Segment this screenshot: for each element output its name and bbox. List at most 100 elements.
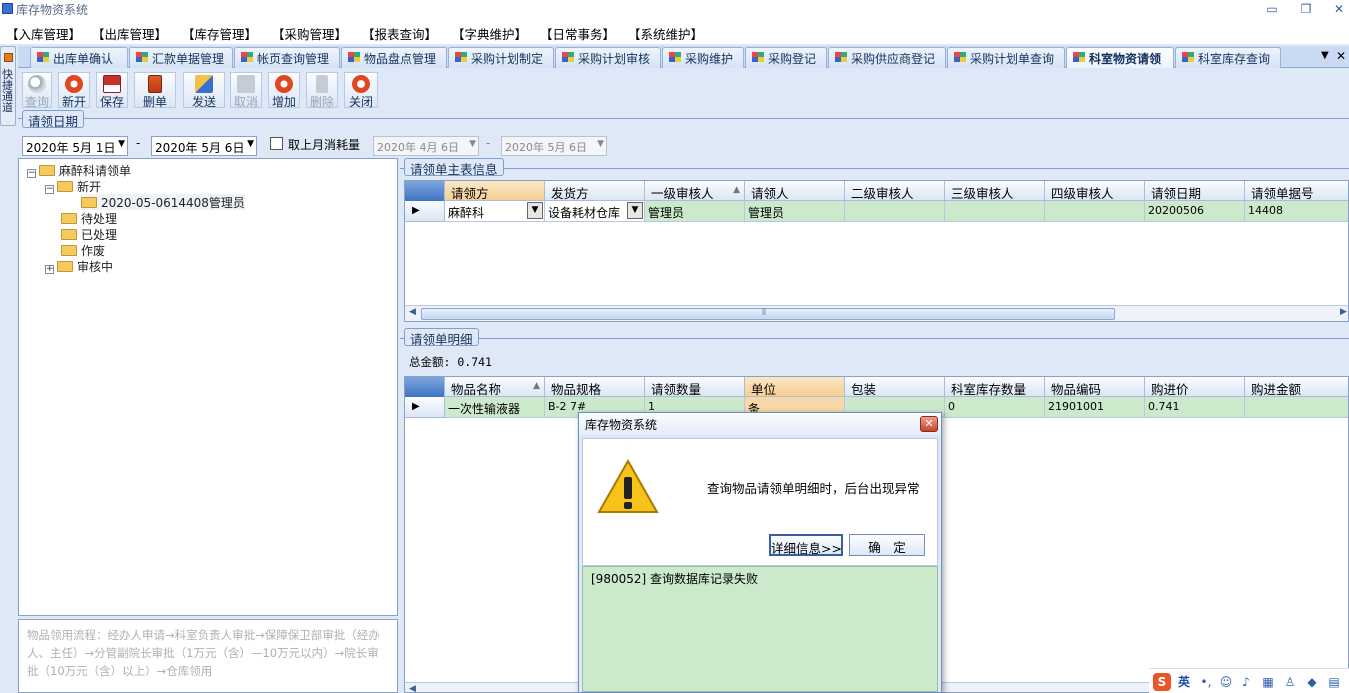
quick-channel-strip[interactable]: 快捷通道 xyxy=(0,46,16,126)
row-indicator[interactable]: ▶ xyxy=(405,201,445,222)
expand-icon[interactable]: + xyxy=(45,265,54,274)
tab-plan-query[interactable]: 采购计划单查询 xyxy=(947,47,1065,68)
tree-root[interactable]: − 麻醉科请领单 xyxy=(27,162,131,178)
ime-language-toggle[interactable]: 英 xyxy=(1175,673,1193,691)
tree-node-new-doc[interactable]: 2020-05-0614408管理员 xyxy=(81,194,245,210)
remove-button[interactable]: 删除 xyxy=(306,72,338,109)
menu-purchase[interactable]: 【采购管理】 xyxy=(272,24,347,42)
tab-overflow-icon[interactable]: ▼ xyxy=(1321,50,1329,61)
tab-ledger-query[interactable]: 帐页查询管理 xyxy=(234,47,340,68)
tree-node-processed[interactable]: 已处理 xyxy=(61,226,117,242)
col-header-level4[interactable]: 四级审核人 xyxy=(1045,181,1145,201)
restore-icon[interactable]: ❐ xyxy=(1298,2,1314,16)
col-header-level1[interactable]: 一级审核人 ▲ xyxy=(645,181,745,201)
cell-level3[interactable] xyxy=(945,201,1045,222)
skin-icon[interactable]: ◆ xyxy=(1303,673,1321,691)
emoji-icon[interactable]: ☺ xyxy=(1217,673,1235,691)
col-header-dept[interactable]: 请领方 xyxy=(445,181,545,201)
keyboard-icon[interactable]: ▦ xyxy=(1259,673,1277,691)
cell-stock[interactable]: 0 xyxy=(945,397,1045,418)
cell-level1[interactable]: 管理员 xyxy=(645,201,745,222)
tab-outbound-confirm[interactable]: 出库单确认 xyxy=(30,47,128,68)
col-header-package[interactable]: 包装 xyxy=(845,377,945,397)
col-header-unit[interactable]: 单位 xyxy=(745,377,845,397)
query-button[interactable]: 查询 xyxy=(22,72,52,109)
cell-applicant[interactable]: 管理员 xyxy=(745,201,845,222)
tab-remittance[interactable]: 汇款单据管理 xyxy=(129,47,233,68)
close-icon[interactable]: ✕ xyxy=(1331,2,1347,16)
col-header-doc-no[interactable]: 请领单据号 xyxy=(1245,181,1348,201)
tab-stocktaking[interactable]: 物品盘点管理 xyxy=(341,47,447,68)
collapse-icon[interactable]: − xyxy=(45,185,54,194)
minimize-icon[interactable]: ▭ xyxy=(1264,2,1280,16)
tab-dept-requisition[interactable]: 科室物资请领 xyxy=(1066,47,1174,68)
col-header-supplier[interactable]: 发货方 xyxy=(545,181,645,201)
scroll-left-icon[interactable]: ◀ xyxy=(409,307,416,317)
cell-date[interactable]: 20200506 xyxy=(1145,201,1245,222)
col-header-item-name[interactable]: 物品名称 ▲ xyxy=(445,377,545,397)
new-button[interactable]: 新开 xyxy=(58,72,90,109)
cell-supplier[interactable]: 设备耗材仓库 ▼ xyxy=(545,201,645,222)
chevron-down-icon[interactable]: ▼ xyxy=(627,202,643,219)
chevron-down-icon[interactable]: ▼ xyxy=(527,202,543,219)
col-header-applicant[interactable]: 请领人 xyxy=(745,181,845,201)
menu-system[interactable]: 【系统维护】 xyxy=(628,24,703,42)
tree-node-new[interactable]: − 新开 xyxy=(45,178,101,194)
scroll-thumb[interactable]: ⦀ xyxy=(421,308,1115,320)
microphone-icon[interactable]: ♪ xyxy=(1237,673,1255,691)
delete-doc-button[interactable]: 删单 xyxy=(134,72,176,109)
col-header-price[interactable]: 购进价 xyxy=(1145,377,1245,397)
scroll-left-icon[interactable]: ◀ xyxy=(409,684,416,692)
tab-supplier-register[interactable]: 采购供应商登记 xyxy=(828,47,946,68)
cell-price[interactable]: 0.741 xyxy=(1145,397,1245,418)
cell-amount[interactable] xyxy=(1245,397,1348,418)
cancel-button[interactable]: 取消 xyxy=(230,72,262,109)
tab-purchase-maint[interactable]: 采购维护 xyxy=(662,47,744,68)
user-icon[interactable]: ♙ xyxy=(1281,673,1299,691)
cell-item-name[interactable]: 一次性输液器 xyxy=(445,397,545,418)
tab-close-icon[interactable]: ✕ xyxy=(1336,49,1346,63)
menu-outbound[interactable]: 【出库管理】 xyxy=(92,24,167,42)
details-button[interactable]: 详细信息>> xyxy=(769,534,843,556)
col-header-code[interactable]: 物品编码 xyxy=(1045,377,1145,397)
toolbox-icon[interactable]: ▤ xyxy=(1325,673,1343,691)
col-header-level3[interactable]: 三级审核人 xyxy=(945,181,1045,201)
col-header-qty[interactable]: 请领数量 xyxy=(645,377,745,397)
punctuation-icon[interactable]: •, xyxy=(1197,673,1215,691)
tab-plan-review[interactable]: 采购计划审核 xyxy=(555,47,661,68)
col-header-spec[interactable]: 物品规格 xyxy=(545,377,645,397)
cell-doc-no[interactable]: 14408 xyxy=(1245,201,1348,222)
sogou-logo-icon[interactable]: S xyxy=(1153,673,1171,691)
menu-reports[interactable]: 【报表查询】 xyxy=(362,24,437,42)
col-header-level2[interactable]: 二级审核人 xyxy=(845,181,945,201)
save-button[interactable]: 保存 xyxy=(96,72,128,109)
tree-node-reviewing[interactable]: + 审核中 xyxy=(45,258,113,274)
last-month-checkbox[interactable] xyxy=(270,137,283,150)
ok-button[interactable]: 确 定 xyxy=(849,534,925,556)
add-button[interactable]: 增加 xyxy=(268,72,300,109)
tab-purchase-register[interactable]: 采购登记 xyxy=(745,47,827,68)
menu-daily[interactable]: 【日常事务】 xyxy=(540,24,615,42)
col-header-amount[interactable]: 购进金额 xyxy=(1245,377,1348,397)
master-hscrollbar[interactable]: ◀ ⦀ ▶ xyxy=(405,305,1348,321)
col-header-stock[interactable]: 科室库存数量 xyxy=(945,377,1045,397)
dialog-close-icon[interactable]: ✕ xyxy=(920,416,938,432)
menu-inbound[interactable]: 【入库管理】 xyxy=(6,24,81,42)
cell-dept[interactable]: 麻醉科 ▼ xyxy=(445,201,545,222)
cell-code[interactable]: 21901001 xyxy=(1045,397,1145,418)
close-button[interactable]: 关闭 xyxy=(344,72,378,109)
date-from-picker[interactable]: 2020年 5月 1日 ▼ xyxy=(22,136,128,156)
send-button[interactable]: 发送 xyxy=(183,72,225,109)
col-header-date[interactable]: 请领日期 xyxy=(1145,181,1245,201)
cell-level4[interactable] xyxy=(1045,201,1145,222)
tree-node-pending[interactable]: 待处理 xyxy=(61,210,117,226)
scroll-right-icon[interactable]: ▶ xyxy=(1340,307,1347,317)
date-to-picker[interactable]: 2020年 5月 6日 ▼ xyxy=(151,136,257,156)
menu-inventory[interactable]: 【库存管理】 xyxy=(182,24,257,42)
tree-node-void[interactable]: 作废 xyxy=(61,242,105,258)
collapse-icon[interactable]: − xyxy=(27,169,36,178)
tab-purchase-plan[interactable]: 采购计划制定 xyxy=(448,47,554,68)
tab-dept-stock[interactable]: 科室库存查询 xyxy=(1175,47,1281,68)
menu-dictionary[interactable]: 【字典维护】 xyxy=(452,24,527,42)
row-indicator[interactable]: ▶ xyxy=(405,397,445,418)
